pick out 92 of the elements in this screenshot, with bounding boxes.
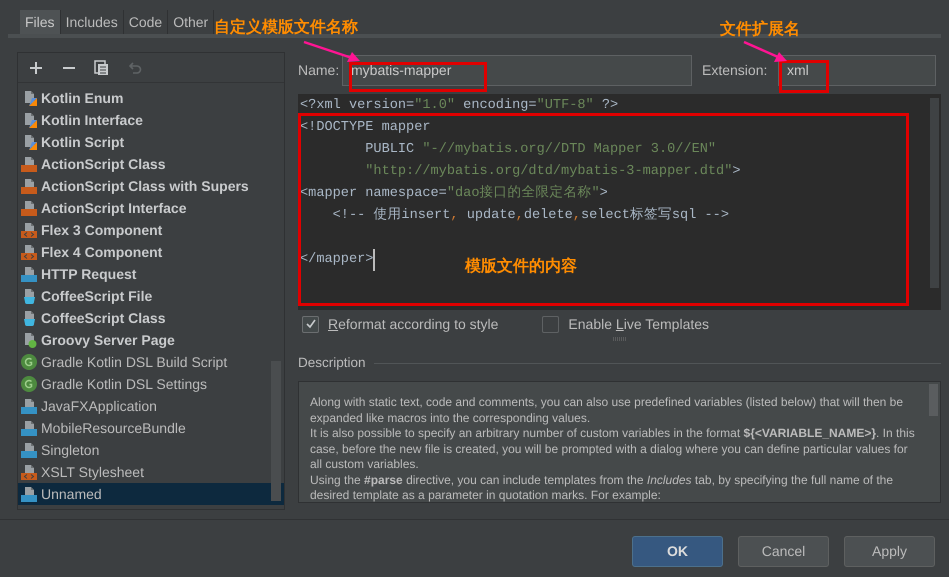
section-title: Description [298,354,366,372]
template-item[interactable]: CoffeeScript Class [18,307,284,329]
template-name: Kotlin Script [41,132,124,152]
markup-file-icon [21,222,37,238]
template-item[interactable]: XSLT Stylesheet [18,461,284,483]
description-paragraph: Using the #parse directive, you can include templates from the Includes tab, by specifying the full name of the desired template as a parameter in quotation marks. For example: [310,472,894,504]
java-file-icon [21,398,37,414]
template-name: ActionScript Class with Supers [41,176,249,196]
template-item[interactable]: Gradle Kotlin DSL Build Script [18,351,284,373]
checkbox[interactable] [542,316,560,332]
actionscript-file-icon [21,200,37,216]
api-file-icon [21,266,37,282]
undo-icon [127,60,143,76]
java-file-icon [21,420,37,436]
toolbar-button[interactable] [28,60,44,76]
template-name: Gradle Kotlin DSL Build Script [41,352,228,372]
markup-file-icon [21,464,37,480]
template-name: Singleton [41,440,100,460]
template-item[interactable]: Singleton [18,439,284,461]
template-name: HTTP Request [41,264,136,284]
add-icon [28,60,44,76]
template-name: JavaFXApplication [41,396,157,416]
template-item[interactable]: ActionScript Interface [18,197,284,219]
template-item[interactable]: Kotlin Enum [18,87,284,109]
dialog-button[interactable]: Cancel [738,536,829,567]
template-item[interactable]: Gradle Kotlin DSL Settings [18,373,284,395]
template-item[interactable]: CoffeeScript File [18,285,284,307]
editor-scrollbar[interactable] [930,98,939,288]
template-name: Flex 3 Component [41,220,162,240]
template-item[interactable]: Unnamed [18,483,284,505]
template-item[interactable]: Flex 4 Component [18,241,284,263]
annotation-text: 文件扩展名 [720,19,800,40]
copy-icon [94,60,110,76]
code-line: <mapper namespace="dao接口的全限定名称"> [300,184,608,203]
name-label: Name: [298,60,340,80]
markup-file-icon [21,244,37,260]
template-name: CoffeeScript File [41,286,152,306]
highlight-frame [779,60,829,93]
extension-label: Extension: [702,60,768,80]
code-editor[interactable] [298,94,941,310]
template-item[interactable]: Kotlin Script [18,131,284,153]
template-item[interactable]: Kotlin Interface [18,109,284,131]
template-name: Kotlin Enum [41,88,124,108]
option-label[interactable]: Reformat according to style [328,314,498,334]
coffee-file-icon [21,310,37,326]
java-file-icon [21,442,37,458]
splitter-grip-icon[interactable] [612,337,628,341]
template-name: Groovy Server Page [41,330,175,350]
code-line: "http://mybatis.org/dtd/mybatis-3-mapper.dtd"> [364,163,741,181]
code-line: <!DOCTYPE mapper [300,119,431,137]
annotation-text: 模版文件的内容 [465,256,577,277]
java-file-icon [21,486,37,502]
option-label[interactable]: Enable Live Templates [568,314,710,334]
description-paragraph: Along with static text, code and comments, you can also use predefined variables (listed below) that will then be expanded like macros into the corresponding values. [310,395,904,426]
template-item[interactable]: HTTP Request [18,263,284,285]
template-item[interactable]: JavaFXApplication [18,395,284,417]
gradle-circle-icon [21,354,37,370]
ok-button[interactable]: OK [632,536,723,567]
actionscript-file-icon [21,156,37,172]
template-name: XSLT Stylesheet [41,462,144,482]
coffee-file-icon [21,288,37,304]
template-item[interactable]: ActionScript Class with Supers [18,175,284,197]
scrollbar[interactable] [271,361,281,501]
template-name: ActionScript Interface [41,198,186,218]
description-paragraph: It is also possible to specify an arbitrary number of custom variables in the format ${<VARIABLE_NAME>}. In this case, before the new file is created, you will be prompted with a dialog where you can define particular values for all custom variables. [310,426,916,472]
toolbar-button[interactable] [94,60,110,76]
annotation-arrow [744,40,787,62]
template-name: Flex 4 Component [41,242,162,262]
template-item[interactable]: Flex 3 Component [18,219,284,241]
tab[interactable]: Files [20,10,61,34]
gradle-circle-icon [21,376,37,392]
template-item[interactable]: MobileResourceBundle [18,417,284,439]
template-item[interactable]: Groovy Server Page [18,329,284,351]
template-name: ActionScript Class [41,154,166,174]
template-item[interactable]: ActionScript Class [18,153,284,175]
annotation-arrow [304,40,360,62]
code-line: </mapper> [300,249,376,271]
template-name: MobileResourceBundle [41,418,186,438]
code-line: PUBLIC "-//mybatis.org//DTD Mapper 3.0//EN" [364,141,716,159]
actionscript-file-icon [21,178,37,194]
code-line: <!-- 使用insert, update,delete,select标签写sql --> [332,206,730,225]
name-field[interactable]: mybatis-mapper [342,54,692,86]
dialog-button[interactable]: Apply [844,536,935,567]
template-name: Unnamed [41,484,102,504]
extension-field[interactable]: xml [778,54,936,86]
template-name: CoffeeScript Class [41,308,166,328]
template-name: Kotlin Interface [41,110,143,130]
checkbox[interactable] [302,316,319,332]
template-name: Gradle Kotlin DSL Settings [41,374,208,394]
checkmark-icon [304,318,316,330]
code-line: <?xml version="1.0" encoding="UTF-8" ?> [300,97,618,115]
annotation-text: 自定义模版文件名称 [214,17,358,38]
